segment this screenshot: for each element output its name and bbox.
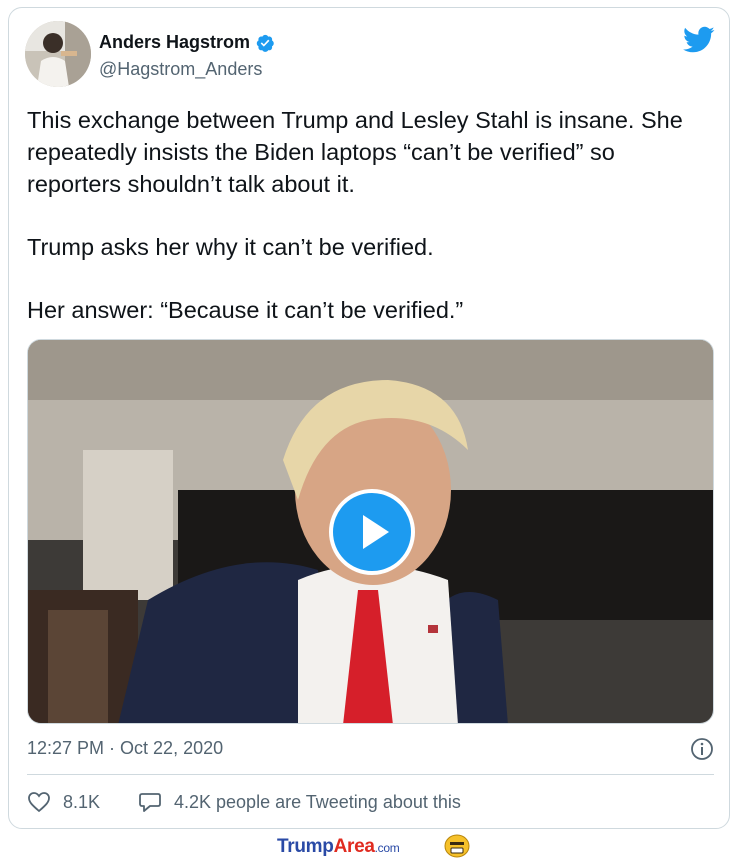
emoji-face-icon: [444, 834, 470, 858]
tweet-text-line: This exchange between Trump and Lesley S…: [27, 107, 683, 133]
play-icon: [363, 515, 389, 549]
like-count: 8.1K: [63, 791, 101, 812]
conversation-link[interactable]: 4.2K people are Tweeting about this: [138, 791, 461, 813]
tweet-text-line: repeatedly insists the Biden laptops “ca…: [27, 139, 615, 165]
conversation-text: 4.2K people are Tweeting about this: [174, 791, 461, 812]
tweet-text-line: Trump asks her why it can’t be verified.: [27, 234, 434, 260]
avatar[interactable]: [25, 21, 91, 87]
verified-badge-icon: [256, 34, 274, 52]
twitter-bird-icon[interactable]: [683, 26, 715, 54]
tweet-text-line: reporters shouldn’t talk about it.: [27, 171, 355, 197]
author-handle[interactable]: @Hagstrom_Anders: [99, 59, 262, 80]
like-button[interactable]: 8.1K: [27, 791, 100, 813]
speech-bubble-icon: [139, 793, 161, 812]
site-watermark: TrumpArea.com: [277, 836, 400, 857]
tweet-text: This exchange between Trump and Lesley S…: [27, 104, 717, 326]
author-name-row[interactable]: Anders Hagstrom: [99, 32, 275, 53]
divider: [27, 774, 714, 775]
info-icon[interactable]: [690, 737, 714, 761]
author-name[interactable]: Anders Hagstrom: [99, 32, 250, 53]
heart-icon: [28, 792, 50, 813]
tweet-text-line: Her answer: “Because it can’t be verifie…: [27, 297, 464, 323]
tweet-timestamp[interactable]: 12:27 PM · Oct 22, 2020: [27, 738, 223, 759]
play-button[interactable]: [329, 489, 415, 575]
